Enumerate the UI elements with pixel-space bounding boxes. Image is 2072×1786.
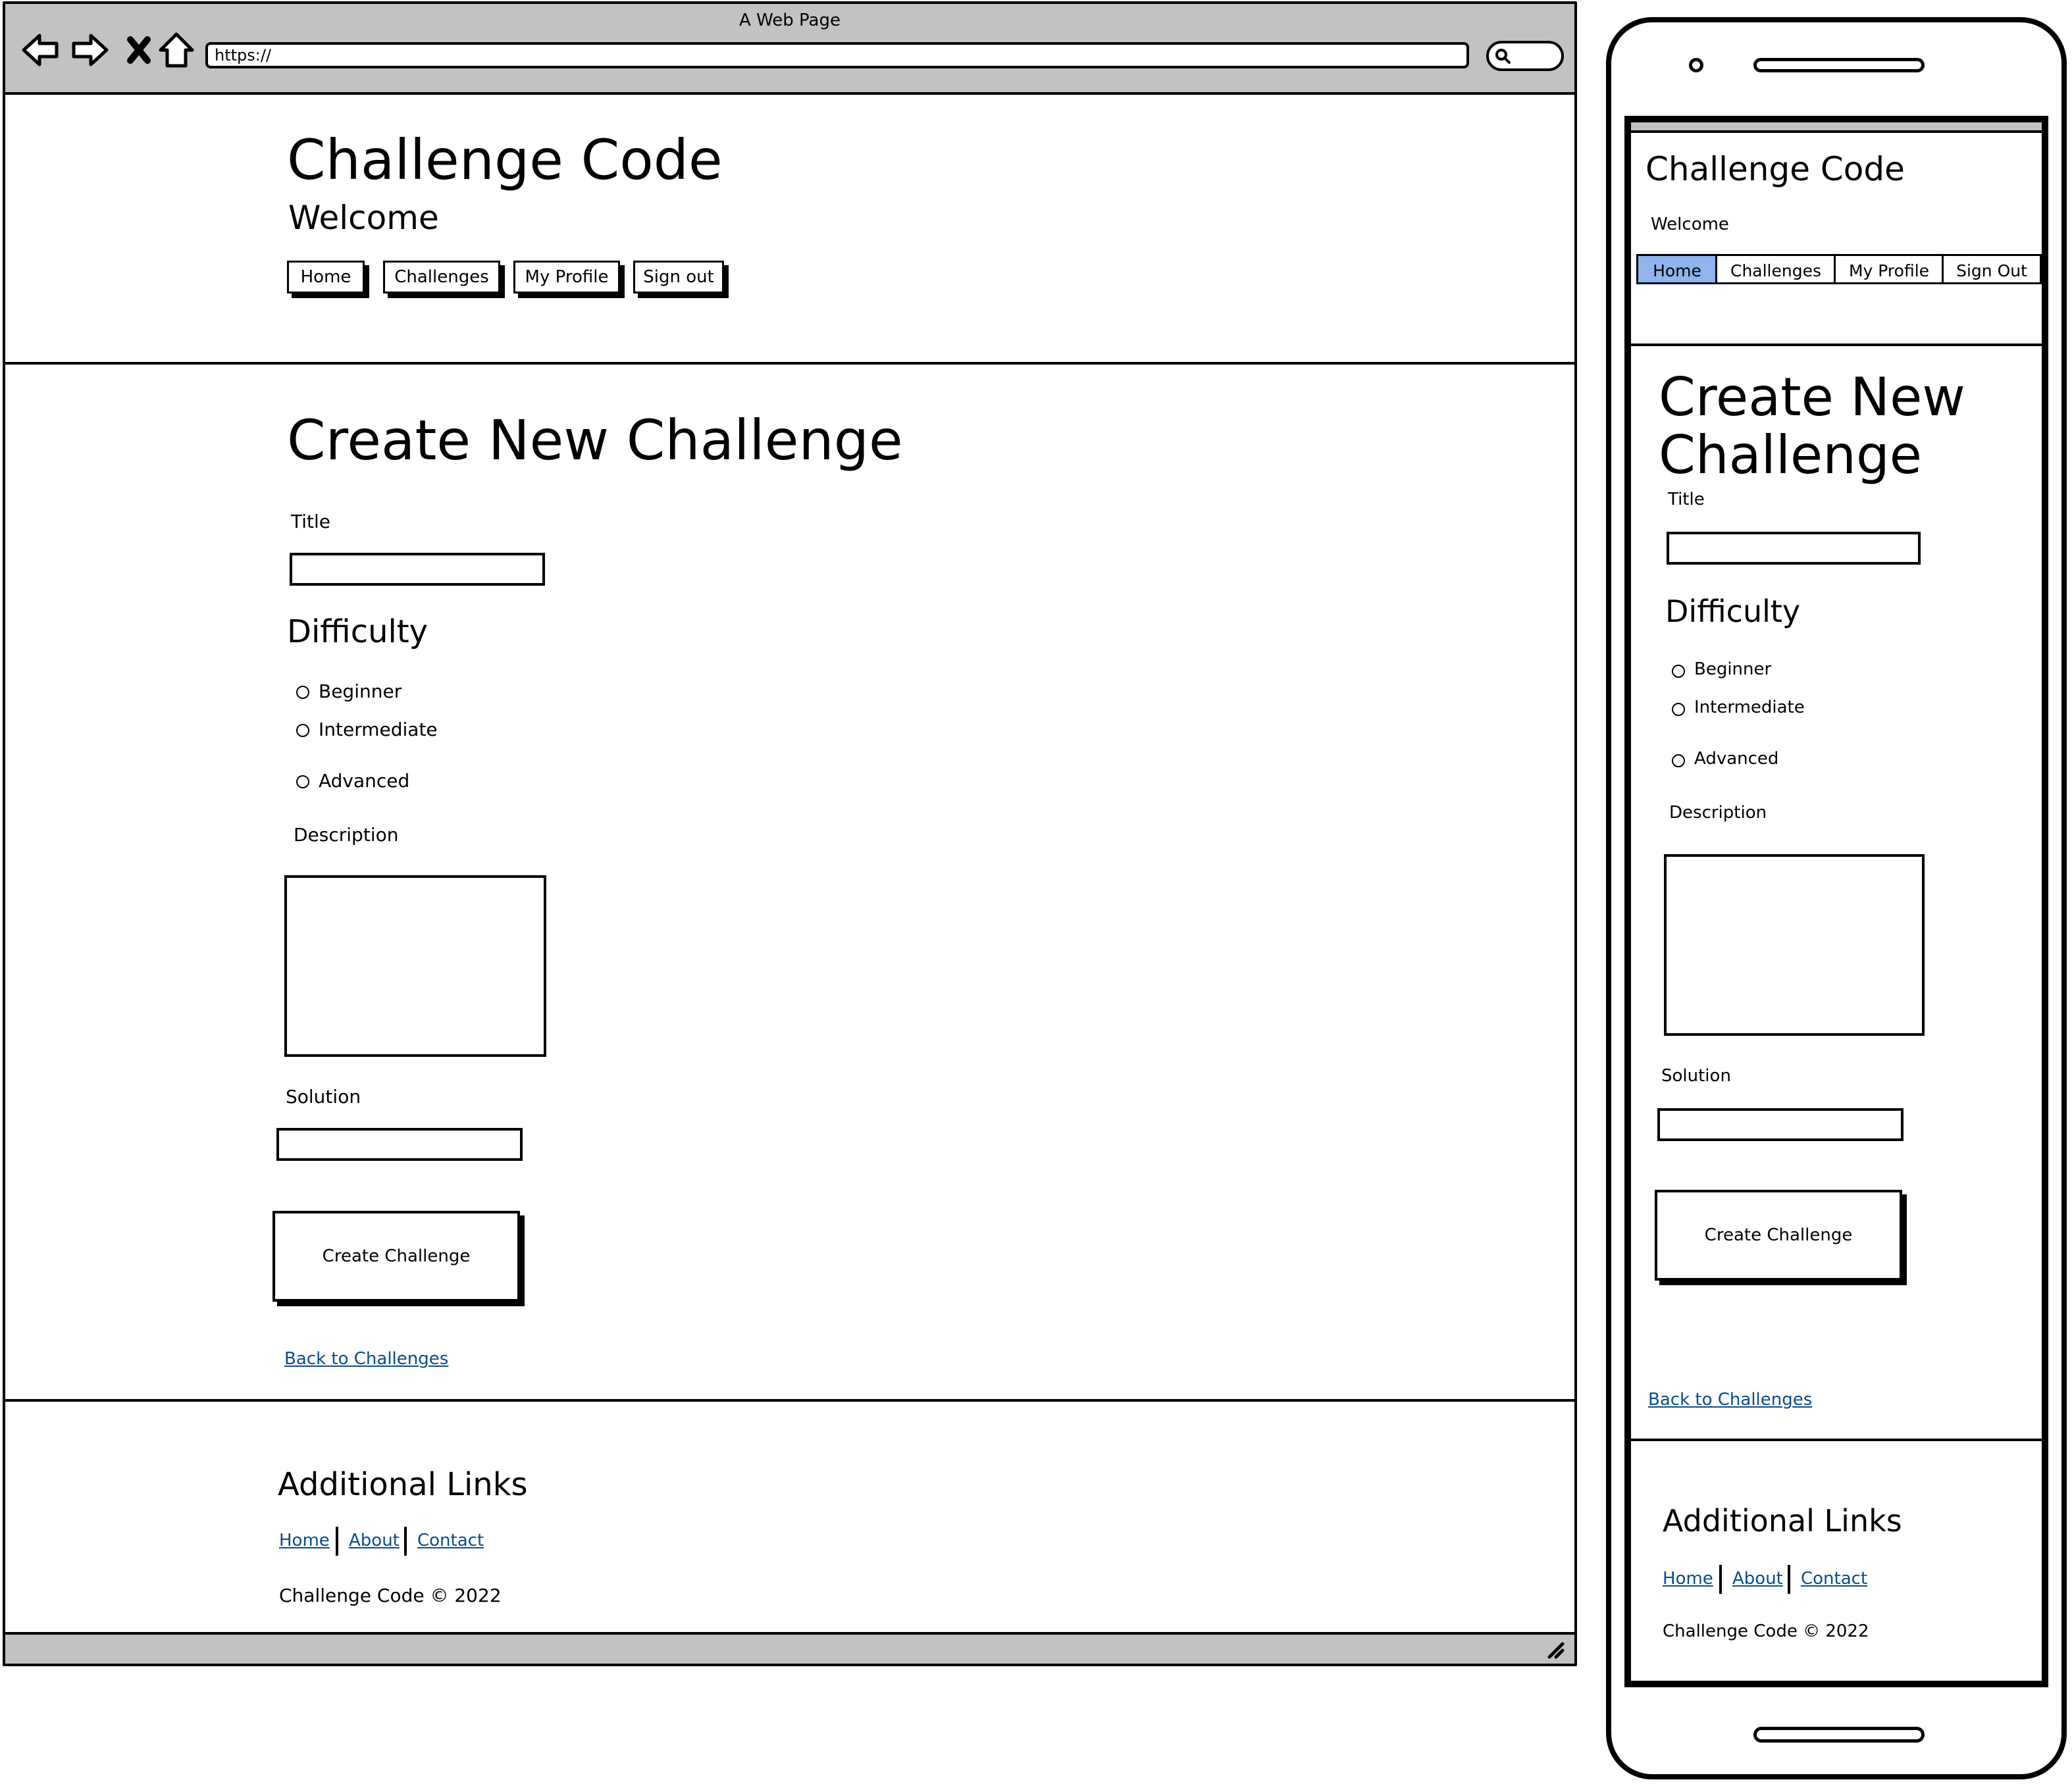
radio-label-beginner: Beginner (319, 680, 402, 702)
browser-toolbar: A Web Page https:// (5, 4, 1574, 95)
mobile-page-heading-line: Create New (1659, 367, 1965, 428)
solution-input[interactable] (276, 1128, 523, 1161)
search-icon (1495, 49, 1511, 64)
title-label: Title (291, 511, 331, 532)
create-challenge-button-label: Create Challenge (322, 1246, 471, 1266)
back-arrow-icon[interactable] (20, 29, 62, 71)
radio-label-intermediate: Intermediate (319, 719, 438, 740)
mobile-welcome-text: Welcome (1651, 215, 1729, 234)
mobile-page-heading: Create New Challenge (1659, 369, 1965, 484)
site-title-text: Challenge Code (287, 128, 723, 192)
footer-divider (5, 1399, 1574, 1402)
home-icon[interactable] (155, 29, 197, 71)
mobile-footer-link-about[interactable]: About (1732, 1569, 1783, 1589)
welcome-text: Welcome (288, 199, 439, 237)
create-challenge-button[interactable]: Create Challenge (272, 1211, 520, 1302)
mobile-copyright-text: Challenge Code © 2022 (1663, 1621, 1869, 1641)
solution-label: Solution (286, 1086, 361, 1108)
mobile-footer-separator (1719, 1565, 1722, 1594)
mobile-status-strip (1631, 122, 2042, 133)
mobile-radio-advanced[interactable] (1672, 754, 1685, 767)
mobile-title-input[interactable] (1667, 532, 1921, 565)
radio-intermediate[interactable] (296, 724, 309, 737)
window-title: A Web Page (739, 11, 841, 30)
browser-window: A Web Page https:// Challenge Code Welco… (3, 1, 1577, 1666)
mobile-page-heading-line: Challenge (1659, 424, 1922, 486)
nav-sign-out-button[interactable]: Sign out (633, 261, 724, 293)
mobile-solution-label: Solution (1661, 1066, 1731, 1086)
front-camera-icon (1689, 58, 1703, 72)
footer-separator (336, 1527, 338, 1556)
page-heading: Create New Challenge (287, 408, 903, 472)
mobile-tab-home[interactable]: Home (1636, 254, 1718, 284)
mobile-footer-separator (1788, 1565, 1790, 1594)
header-divider (5, 362, 1574, 365)
mobile-create-challenge-button[interactable]: Create Challenge (1655, 1190, 1902, 1281)
radio-beginner[interactable] (296, 686, 309, 699)
radio-advanced[interactable] (296, 775, 309, 788)
stop-icon[interactable] (118, 29, 161, 71)
radio-label-advanced: Advanced (319, 770, 410, 792)
forward-arrow-icon[interactable] (68, 29, 111, 71)
difficulty-heading: Difficulty (287, 613, 428, 650)
mobile-header-divider (1631, 344, 2042, 346)
mobile-back-to-challenges-link[interactable]: Back to Challenges (1648, 1390, 1812, 1410)
nav-challenges-button[interactable]: Challenges (383, 261, 500, 293)
mobile-tab-my-profile[interactable]: My Profile (1834, 254, 1944, 284)
mobile-radio-label-advanced: Advanced (1694, 749, 1779, 769)
description-label: Description (294, 824, 399, 846)
site-title: Challenge Code (287, 128, 723, 192)
nav-my-profile-button[interactable]: My Profile (513, 261, 620, 293)
mobile-difficulty-heading: Difficulty (1665, 594, 1801, 629)
mobile-create-challenge-button-label: Create Challenge (1704, 1225, 1853, 1245)
footer-separator (404, 1527, 407, 1556)
url-bar[interactable]: https:// (205, 42, 1469, 68)
mobile-description-label: Description (1669, 803, 1767, 823)
browser-status-bar (5, 1632, 1574, 1664)
nav-home-button[interactable]: Home (287, 261, 365, 293)
footer-link-home[interactable]: Home (279, 1531, 330, 1550)
mobile-tab-sign-out[interactable]: Sign Out (1942, 254, 2042, 284)
resize-grip-icon[interactable] (1544, 1639, 1565, 1660)
browser-search-field[interactable] (1486, 41, 1564, 71)
footer-link-contact[interactable]: Contact (417, 1531, 484, 1550)
mobile-footer-divider (1631, 1439, 2042, 1441)
mobile-radio-intermediate[interactable] (1672, 703, 1685, 716)
mobile-screen: Challenge Code Welcome Home Challenges M… (1624, 116, 2048, 1687)
mobile-site-title: Challenge Code (1645, 150, 1905, 188)
mobile-footer-link-home[interactable]: Home (1663, 1569, 1713, 1589)
mobile-footer-link-contact[interactable]: Contact (1801, 1569, 1867, 1589)
back-to-challenges-link[interactable]: Back to Challenges (284, 1349, 448, 1369)
mobile-title-label: Title (1668, 490, 1705, 509)
mobile-radio-label-intermediate: Intermediate (1694, 698, 1805, 717)
description-textarea[interactable] (284, 875, 546, 1057)
speaker-grille (1753, 58, 1925, 72)
mobile-footer-heading: Additional Links (1663, 1503, 1902, 1539)
title-input[interactable] (290, 553, 545, 586)
footer-heading: Additional Links (278, 1466, 528, 1503)
home-bar-button[interactable] (1753, 1727, 1925, 1743)
copyright-text: Challenge Code © 2022 (279, 1585, 502, 1606)
mobile-tab-challenges[interactable]: Challenges (1715, 254, 1836, 284)
mobile-radio-beginner[interactable] (1672, 665, 1685, 678)
footer-link-about[interactable]: About (349, 1531, 400, 1550)
mobile-description-textarea[interactable] (1664, 854, 1925, 1036)
mobile-radio-label-beginner: Beginner (1694, 659, 1772, 679)
mobile-solution-input[interactable] (1657, 1108, 1904, 1141)
